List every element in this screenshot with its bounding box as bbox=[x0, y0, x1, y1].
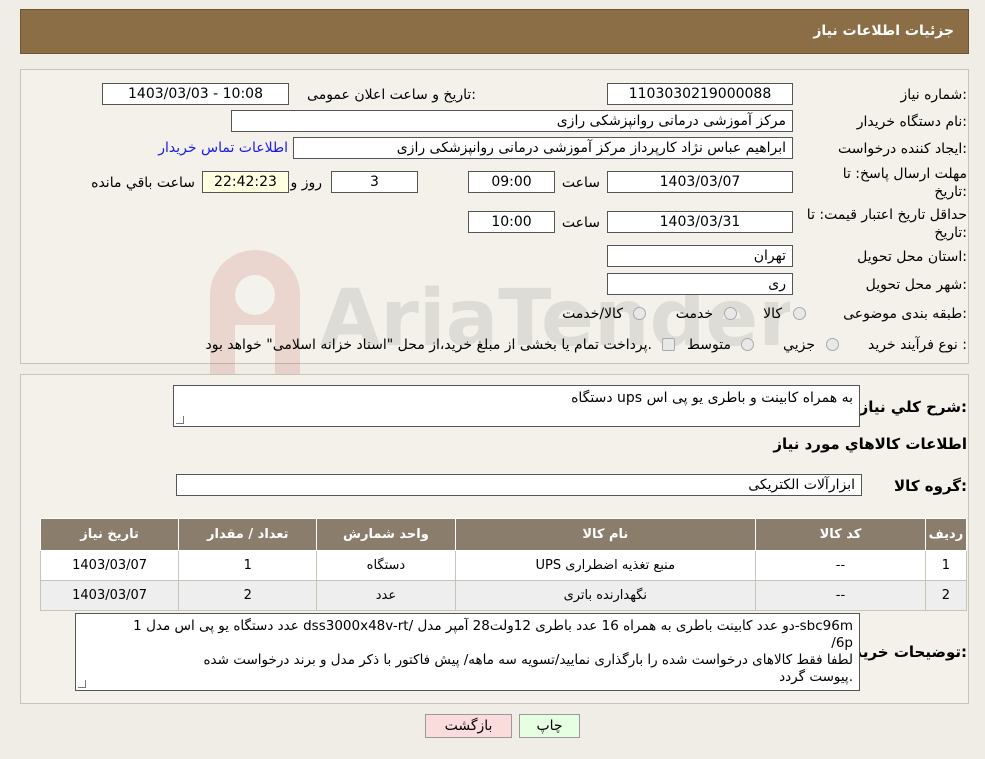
col-qty: تعداد / مقدار bbox=[178, 518, 318, 551]
notes-line-2: /6p bbox=[831, 635, 853, 651]
treasury-checkbox[interactable] bbox=[662, 338, 675, 351]
creator-field: ابراهیم عباس نژاد کارپرداز مرکز آموزشی د… bbox=[293, 137, 793, 159]
summary-text: دستگاه ups به همراه کابینت و باطری یو پی… bbox=[571, 390, 853, 406]
province-label: استان محل تحویل: bbox=[857, 249, 967, 265]
buyer-org-field: مرکز آموزشی درمانی روانپزشکی رازی bbox=[231, 110, 793, 132]
validity-time-word: ساعت bbox=[561, 215, 600, 231]
creator-label: ایجاد کننده درخواست: bbox=[838, 141, 967, 157]
process-medium-radio[interactable] bbox=[741, 338, 754, 351]
deadline-time-word: ساعت bbox=[561, 175, 600, 191]
need-number-label: شماره نیاز: bbox=[900, 87, 967, 103]
remaining-time-field: 22:42:23 bbox=[202, 171, 289, 193]
notes-line-1: 1 عدد دستگاه یو پی اس مدل dss3000x48v-rt… bbox=[133, 618, 853, 634]
cell-name: منبع تغذیه اضطراری UPS bbox=[454, 550, 757, 581]
deadline-date-field: 1403/03/07 bbox=[607, 171, 793, 193]
process-label: نوع فرآیند خرید : bbox=[868, 337, 967, 353]
resize-handle[interactable] bbox=[78, 680, 86, 688]
cell-code: -- bbox=[755, 550, 926, 581]
resize-handle[interactable] bbox=[176, 416, 184, 424]
cell-code: -- bbox=[755, 580, 926, 611]
group-label: گروه کالا: bbox=[894, 477, 967, 495]
city-field: ری bbox=[607, 273, 793, 295]
validity-label: حداقل تاریخ اعتبار قیمت: تا bbox=[806, 207, 967, 223]
notes-textarea: 1 عدد دستگاه یو پی اس مدل dss3000x48v-rt… bbox=[75, 613, 860, 691]
category-both-label: کالا/خدمت bbox=[562, 306, 623, 322]
validity-label-2: تاریخ: bbox=[934, 225, 967, 241]
cell-name: نگهدارنده باتری bbox=[454, 580, 757, 611]
table-row: 2 -- نگهدارنده باتری عدد 2 1403/03/07 bbox=[39, 580, 968, 611]
category-goods-radio[interactable] bbox=[793, 307, 806, 320]
summary-label: شرح كلي نياز: bbox=[859, 398, 967, 416]
validity-date-field: 1403/03/31 bbox=[607, 211, 793, 233]
announce-field: 1403/03/03 - 10:08 bbox=[102, 83, 289, 105]
days-word: روز و bbox=[290, 175, 323, 191]
remaining-word: ساعت باقي مانده bbox=[91, 175, 195, 191]
category-goods-label: کالا bbox=[763, 306, 782, 322]
province-field: تهران bbox=[607, 245, 793, 267]
cell-date: 1403/03/07 bbox=[39, 550, 180, 581]
announce-label: تاریخ و ساعت اعلان عمومی: bbox=[307, 87, 476, 103]
need-number-field: 1103030219000088 bbox=[607, 83, 793, 105]
table-header-row: رديف کد کالا نام کالا واحد شمارش تعداد /… bbox=[39, 518, 968, 551]
buyer-contact-link[interactable]: اطلاعات تماس خریدار bbox=[158, 140, 288, 156]
cell-qty: 2 bbox=[178, 580, 318, 611]
process-minor-radio[interactable] bbox=[826, 338, 839, 351]
buyer-org-label: نام دستگاه خریدار: bbox=[856, 114, 967, 130]
process-note: پرداخت تمام یا بخشی از مبلغ خرید،از محل … bbox=[205, 337, 652, 353]
back-button[interactable]: بازگشت bbox=[425, 714, 512, 738]
summary-textarea: دستگاه ups به همراه کابینت و باطری یو پی… bbox=[173, 385, 860, 427]
deadline-time-field: 09:00 bbox=[468, 171, 555, 193]
remaining-days-field: 3 bbox=[331, 171, 418, 193]
cell-date: 1403/03/07 bbox=[39, 580, 180, 611]
cell-unit: عدد bbox=[316, 580, 456, 611]
cell-unit: دستگاه bbox=[316, 550, 456, 581]
deadline-label: مهلت ارسال پاسخ: تا bbox=[842, 166, 967, 182]
notes-line-4: پیوست گردد. bbox=[779, 669, 853, 685]
category-label: طبقه بندی موضوعی: bbox=[843, 306, 967, 322]
goods-table: رديف کد کالا نام کالا واحد شمارش تعداد /… bbox=[39, 518, 968, 611]
col-name: نام کالا bbox=[454, 518, 757, 551]
cell-row: 2 bbox=[924, 580, 968, 611]
city-label: شهر محل تحویل: bbox=[865, 277, 967, 293]
category-service-label: خدمت bbox=[675, 306, 713, 322]
validity-time-field: 10:00 bbox=[468, 211, 555, 233]
process-minor-label: جزیي bbox=[783, 337, 815, 353]
notes-line-3: لطفا فقط کالاهای درخواست شده را بارگذاری… bbox=[203, 652, 853, 668]
col-unit: واحد شمارش bbox=[316, 518, 456, 551]
process-medium-label: متوسط bbox=[687, 337, 731, 353]
col-row: رديف bbox=[924, 518, 968, 551]
col-code: کد کالا bbox=[755, 518, 926, 551]
category-service-radio[interactable] bbox=[724, 307, 737, 320]
table-row: 1 -- منبع تغذیه اضطراری UPS دستگاه 1 140… bbox=[39, 550, 968, 581]
cell-row: 1 bbox=[924, 550, 968, 581]
page-header: جزئیات اطلاعات نیاز bbox=[20, 9, 969, 54]
page-title: جزئیات اطلاعات نیاز bbox=[813, 23, 954, 39]
goods-info-title: اطلاعات کالاهاي مورد نياز bbox=[773, 435, 967, 453]
cell-qty: 1 bbox=[178, 550, 318, 581]
category-both-radio[interactable] bbox=[633, 307, 646, 320]
col-date: تاریخ نیاز bbox=[39, 518, 180, 551]
group-field: ابزارآلات الکتریکی bbox=[176, 474, 862, 496]
deadline-label-2: تاریخ: bbox=[934, 184, 967, 200]
print-button[interactable]: چاپ bbox=[519, 714, 580, 738]
